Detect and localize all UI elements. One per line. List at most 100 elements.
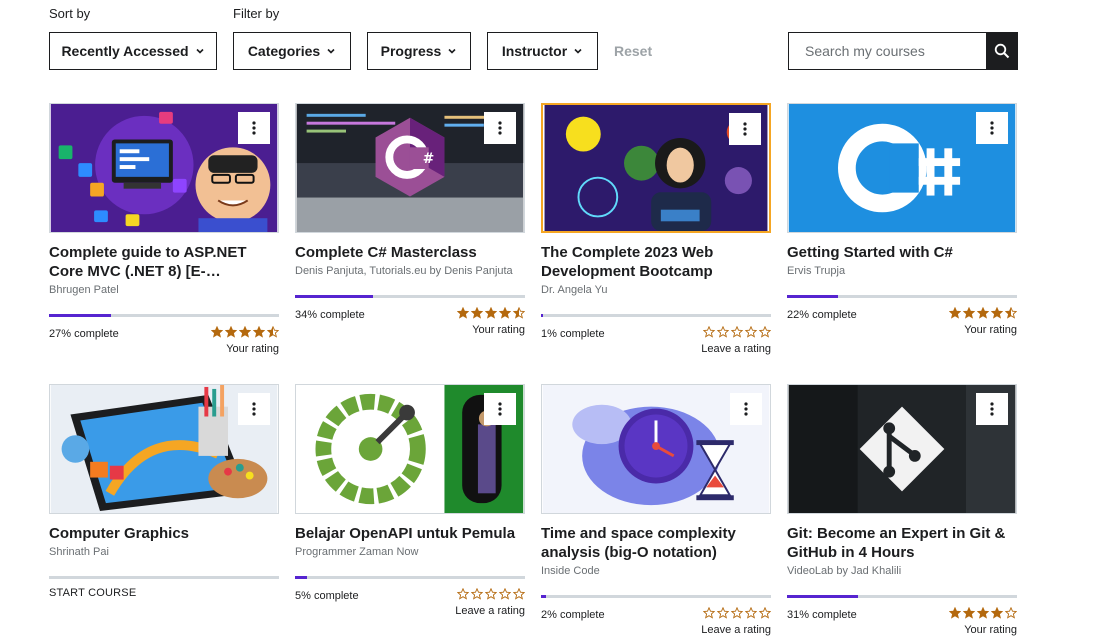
course-thumbnail[interactable] (541, 384, 771, 514)
star-icon[interactable] (745, 326, 757, 338)
course-thumbnail[interactable] (787, 103, 1017, 233)
course-menu-button[interactable] (484, 112, 516, 144)
course-title[interactable]: Git: Become an Expert in Git & GitHub in… (787, 524, 1017, 562)
course-meta: 31% complete Your rating (787, 601, 1017, 640)
star-icon[interactable] (949, 307, 961, 319)
star-icon[interactable] (499, 588, 511, 600)
star-icon[interactable] (267, 326, 279, 338)
course-thumbnail[interactable]: # (295, 103, 525, 233)
course-thumbnail[interactable] (49, 384, 279, 514)
course-card[interactable]: Computer Graphics Shrinath Pai START COU… (49, 384, 279, 599)
rating-label[interactable]: Leave a rating (701, 343, 771, 355)
star-rating[interactable] (949, 607, 1017, 619)
start-course-button[interactable]: START COURSE (49, 576, 279, 599)
course-card[interactable]: The Complete 2023 Web Development Bootca… (541, 103, 771, 360)
star-icon[interactable] (745, 607, 757, 619)
course-menu-button[interactable] (730, 393, 762, 425)
star-icon[interactable] (717, 607, 729, 619)
course-card[interactable]: Getting Started with C# Ervis Trupja 22%… (787, 103, 1017, 341)
course-thumbnail[interactable] (295, 384, 525, 514)
course-menu-button[interactable] (976, 393, 1008, 425)
reset-button[interactable]: Reset (614, 32, 652, 70)
star-icon[interactable] (513, 307, 525, 319)
star-icon[interactable] (225, 326, 237, 338)
star-icon[interactable] (949, 607, 961, 619)
star-icon[interactable] (499, 307, 511, 319)
star-rating[interactable] (457, 588, 525, 600)
star-icon[interactable] (211, 326, 223, 338)
star-icon[interactable] (703, 607, 715, 619)
sort-dropdown[interactable]: Recently Accessed (49, 32, 217, 70)
course-thumbnail[interactable] (49, 103, 279, 233)
star-icon[interactable] (457, 588, 469, 600)
course-card[interactable]: Git: Become an Expert in Git & GitHub in… (787, 384, 1017, 640)
star-rating[interactable] (949, 307, 1017, 319)
star-rating[interactable] (211, 326, 279, 338)
course-card[interactable]: # Complete C# Masterclass Denis Panjuta,… (295, 103, 525, 341)
search-input[interactable] (789, 33, 986, 69)
star-icon[interactable] (759, 607, 771, 619)
search-button[interactable] (986, 33, 1017, 69)
star-icon[interactable] (253, 326, 265, 338)
course-meta: 1% complete Leave a rating (541, 320, 771, 360)
star-icon[interactable] (977, 307, 989, 319)
star-icon[interactable] (703, 326, 715, 338)
categories-dropdown[interactable]: Categories (233, 32, 351, 70)
star-icon[interactable] (239, 326, 251, 338)
star-icon[interactable] (977, 607, 989, 619)
star-rating[interactable] (703, 607, 771, 619)
star-icon[interactable] (1005, 607, 1017, 619)
progress-bar (541, 595, 771, 598)
course-title[interactable]: Time and space complexity analysis (big-… (541, 524, 771, 562)
star-icon[interactable] (471, 307, 483, 319)
progress-bar (295, 295, 525, 298)
rating-label[interactable]: Your rating (964, 324, 1017, 336)
course-card[interactable]: Belajar OpenAPI untuk Pemula Programmer … (295, 384, 525, 622)
star-icon[interactable] (457, 307, 469, 319)
course-menu-button[interactable] (238, 393, 270, 425)
star-icon[interactable] (991, 607, 1003, 619)
star-icon[interactable] (963, 307, 975, 319)
star-icon[interactable] (731, 607, 743, 619)
star-rating[interactable] (703, 326, 771, 338)
star-icon[interactable] (991, 307, 1003, 319)
course-thumbnail[interactable] (787, 384, 1017, 514)
progress-text: 2% complete (541, 609, 605, 621)
rating-label[interactable]: Your rating (964, 624, 1017, 636)
course-menu-button[interactable] (976, 112, 1008, 144)
course-title[interactable]: Complete C# Masterclass (295, 243, 525, 262)
star-rating[interactable] (457, 307, 525, 319)
rating-label[interactable]: Your rating (472, 324, 525, 336)
more-vertical-icon (252, 402, 256, 416)
course-thumbnail[interactable] (541, 103, 771, 233)
star-icon[interactable] (1005, 307, 1017, 319)
star-icon[interactable] (759, 326, 771, 338)
star-icon[interactable] (471, 588, 483, 600)
course-menu-button[interactable] (729, 113, 761, 145)
star-icon[interactable] (513, 588, 525, 600)
rating-label[interactable]: Your rating (226, 343, 279, 355)
course-card[interactable]: Complete guide to ASP.NET Core MVC (.NET… (49, 103, 279, 360)
course-meta: 2% complete Leave a rating (541, 601, 771, 640)
star-icon[interactable] (963, 607, 975, 619)
course-meta: 34% complete Your rating (295, 301, 525, 341)
course-menu-button[interactable] (238, 112, 270, 144)
course-menu-button[interactable] (484, 393, 516, 425)
course-instructor: VideoLab by Jad Khalili (787, 565, 902, 577)
course-card[interactable]: Time and space complexity analysis (big-… (541, 384, 771, 640)
course-title[interactable]: The Complete 2023 Web Development Bootca… (541, 243, 771, 281)
course-title[interactable]: Belajar OpenAPI untuk Pemula (295, 524, 525, 543)
course-title[interactable]: Computer Graphics (49, 524, 279, 543)
star-icon[interactable] (717, 326, 729, 338)
course-instructor: Denis Panjuta, Tutorials.eu by Denis Pan… (295, 265, 513, 277)
course-title[interactable]: Getting Started with C# (787, 243, 1017, 262)
instructor-dropdown[interactable]: Instructor (487, 32, 598, 70)
rating-label[interactable]: Leave a rating (455, 605, 525, 617)
star-icon[interactable] (731, 326, 743, 338)
star-icon[interactable] (485, 307, 497, 319)
progress-dropdown[interactable]: Progress (367, 32, 471, 70)
star-icon[interactable] (485, 588, 497, 600)
rating-label[interactable]: Leave a rating (701, 624, 771, 636)
course-title[interactable]: Complete guide to ASP.NET Core MVC (.NET… (49, 243, 279, 281)
search-icon (994, 43, 1009, 59)
